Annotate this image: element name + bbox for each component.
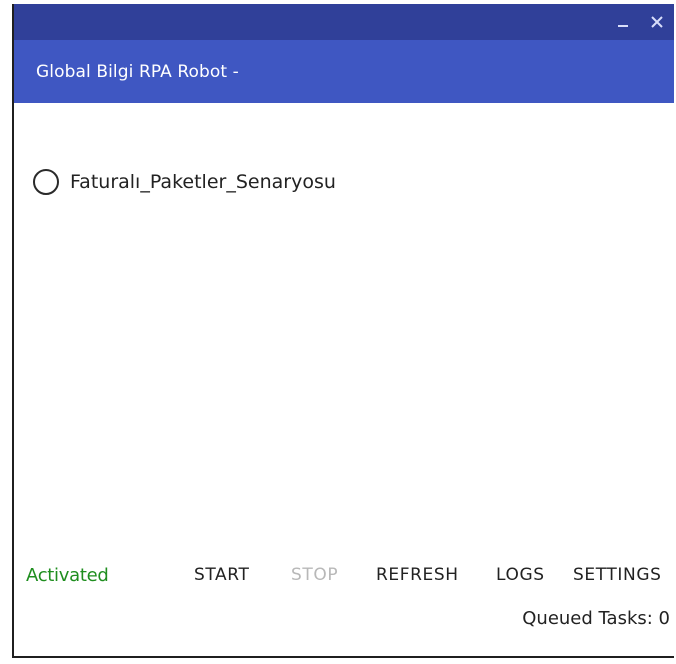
scenario-label: Faturalı_Paketler_Senaryosu	[70, 171, 336, 193]
start-button[interactable]: START	[194, 565, 249, 585]
refresh-button[interactable]: REFRESH	[376, 565, 459, 585]
stop-button[interactable]: STOP	[291, 565, 338, 585]
app-window: Global Bilgi RPA Robot - Faturalı_Paketl…	[12, 4, 674, 658]
window-controls	[612, 10, 668, 34]
window-title-strip	[14, 4, 674, 40]
queued-tasks-count: Queued Tasks: 0	[522, 608, 670, 629]
activation-status: Activated	[26, 565, 109, 586]
app-title: Global Bilgi RPA Robot -	[36, 62, 239, 82]
settings-button[interactable]: SETTINGS	[573, 565, 662, 585]
minimize-icon	[618, 25, 628, 27]
logs-button[interactable]: LOGS	[496, 565, 545, 585]
scenario-radio-option[interactable]: Faturalı_Paketler_Senaryosu	[32, 164, 336, 200]
minimize-button[interactable]	[612, 11, 634, 33]
app-header: Global Bilgi RPA Robot -	[14, 40, 674, 103]
radio-unchecked-icon[interactable]	[32, 168, 60, 196]
close-button[interactable]	[646, 11, 668, 33]
close-icon	[651, 16, 663, 28]
